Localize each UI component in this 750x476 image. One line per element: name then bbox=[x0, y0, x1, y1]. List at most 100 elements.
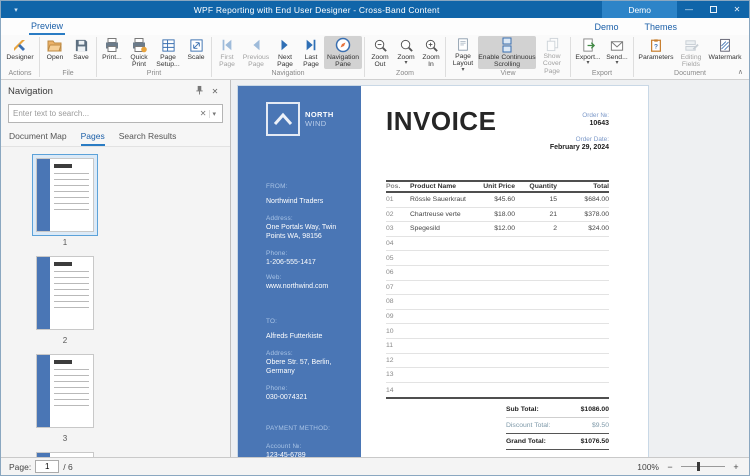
previous-page-button: Previous Page bbox=[240, 36, 272, 69]
zoom-button[interactable]: Zoom ▾ bbox=[393, 36, 419, 69]
designer-button[interactable]: Designer bbox=[3, 36, 37, 69]
search-input[interactable] bbox=[13, 109, 197, 118]
page-thumbnail[interactable]: 3 bbox=[32, 350, 98, 443]
pin-icon[interactable] bbox=[191, 85, 207, 97]
search-box[interactable]: ✕ ▾ bbox=[8, 104, 223, 123]
send-envelope-icon bbox=[609, 37, 625, 53]
enable-continuous-scrolling-button[interactable]: Enable Continuous Scrolling bbox=[478, 36, 536, 69]
status-bar: Page: / 6 100% − + bbox=[1, 457, 749, 475]
page-thumbnail[interactable]: 4 bbox=[32, 448, 98, 457]
export-button[interactable]: Export... ▾ bbox=[573, 36, 603, 69]
page-thumbnail-frame bbox=[32, 448, 98, 457]
to-label: TO: bbox=[266, 318, 278, 325]
tab-search-results[interactable]: Search Results bbox=[119, 131, 177, 146]
minimize-button[interactable]: — bbox=[677, 1, 701, 18]
themes-link[interactable]: Themes bbox=[644, 22, 677, 35]
page-setup-button[interactable]: Page Setup... bbox=[153, 36, 183, 69]
account-number: 123-45-6789 bbox=[266, 452, 306, 457]
tab-preview[interactable]: Preview bbox=[29, 21, 66, 35]
clear-search-icon[interactable]: ✕ bbox=[197, 109, 210, 118]
editing-fields-button: Editing Fields bbox=[676, 36, 706, 69]
page-thumbnail-frame bbox=[32, 252, 98, 334]
watermark-icon bbox=[718, 37, 732, 53]
document-preview-area[interactable]: NORTH WIND FROM: Northwind Traders Addre… bbox=[231, 80, 749, 457]
watermark-button[interactable]: Watermark bbox=[706, 36, 744, 69]
maximize-button[interactable] bbox=[701, 1, 725, 18]
page-thumbnail[interactable]: 2 bbox=[32, 252, 98, 345]
invoice-totals: Sub Total: $1086.00 Discount Total: $9.5… bbox=[506, 402, 609, 451]
order-info: Order №: 10643 Order Date: February 29, … bbox=[550, 106, 609, 180]
previous-page-icon bbox=[249, 37, 263, 53]
thumbnail-body bbox=[50, 159, 93, 231]
ribbon: Designer Actions Open Save File Print...… bbox=[1, 35, 749, 80]
tab-pages[interactable]: Pages bbox=[80, 131, 105, 146]
continuous-scrolling-icon bbox=[499, 37, 515, 53]
dropdown-arrow-icon: ▾ bbox=[586, 60, 590, 67]
parameters-button[interactable]: ? Parameters bbox=[636, 36, 676, 69]
svg-text:?: ? bbox=[654, 43, 658, 50]
page-thumbnail[interactable]: 1 bbox=[32, 154, 98, 247]
ribbon-separator bbox=[445, 37, 446, 77]
sub-total-label: Sub Total: bbox=[506, 406, 539, 414]
demo-badge[interactable]: Demo bbox=[602, 1, 677, 18]
dropdown-arrow-icon: ▾ bbox=[615, 60, 619, 67]
thumbnail-list[interactable]: 1 2 3 bbox=[1, 146, 230, 457]
zoom-out-slider-button[interactable]: − bbox=[665, 462, 675, 472]
invoice-table-row: 10 bbox=[386, 324, 609, 339]
ribbon-group-view: Page Layout ▾ Enable Continuous Scrollin… bbox=[448, 36, 568, 79]
quick-print-button[interactable]: Quick Print bbox=[125, 36, 153, 69]
page-thumbnail-frame bbox=[32, 350, 98, 432]
invoice-table-row: 01 Rössle Sauerkraut $45.60 15 $684.00 bbox=[386, 193, 609, 208]
page-number-input[interactable] bbox=[35, 460, 60, 473]
show-cover-page-icon bbox=[545, 37, 560, 52]
demo-link[interactable]: Demo bbox=[594, 22, 618, 35]
navigation-pane-compass-icon bbox=[335, 37, 351, 53]
navigation-pane-button[interactable]: Navigation Pane bbox=[324, 36, 362, 69]
show-cover-page-button: Show Cover Page bbox=[536, 36, 568, 75]
open-button[interactable]: Open bbox=[42, 36, 68, 69]
invoice-table-row: 08 bbox=[386, 295, 609, 310]
zoom-slider-thumb[interactable] bbox=[697, 462, 700, 471]
save-floppy-icon bbox=[74, 37, 89, 53]
invoice-table-header: Pos. Product Name Unit Price Quantity To… bbox=[386, 180, 609, 193]
next-page-button[interactable]: Next Page bbox=[272, 36, 298, 69]
tab-document-map[interactable]: Document Map bbox=[9, 131, 67, 146]
page-thumbnail-preview bbox=[36, 158, 94, 232]
collapse-ribbon-icon[interactable]: ∧ bbox=[738, 68, 743, 76]
last-page-button[interactable]: Last Page bbox=[298, 36, 324, 69]
parameters-clipboard-icon: ? bbox=[649, 37, 663, 53]
page-total: / 6 bbox=[63, 461, 73, 472]
invoice-table-row: 13 bbox=[386, 368, 609, 383]
account-label: Account №: bbox=[266, 443, 302, 450]
page-thumbnail-preview bbox=[36, 256, 94, 330]
scale-button[interactable]: Scale bbox=[183, 36, 209, 69]
group-label-navigation: Navigation bbox=[271, 70, 305, 77]
zoom-in-button[interactable]: Zoom In bbox=[419, 36, 443, 69]
zoom-out-button[interactable]: Zoom Out bbox=[367, 36, 393, 69]
close-panel-icon[interactable]: ✕ bbox=[207, 87, 223, 96]
ribbon-group-navigation: First Page Previous Page Next Page Last … bbox=[214, 36, 362, 79]
ribbon-separator bbox=[364, 37, 365, 77]
zoom-in-icon bbox=[424, 37, 439, 53]
save-button[interactable]: Save bbox=[68, 36, 94, 69]
order-no-label: Order №: bbox=[582, 112, 609, 119]
zoom-slider[interactable] bbox=[681, 462, 725, 471]
invoice-table-row: 06 bbox=[386, 266, 609, 281]
print-button[interactable]: Print... bbox=[99, 36, 125, 69]
group-label-print: Print bbox=[146, 70, 162, 77]
send-button[interactable]: Send... ▾ bbox=[603, 36, 631, 69]
quick-access-dropdown-icon[interactable]: ▾ bbox=[1, 6, 31, 14]
page-layout-button[interactable]: Page Layout ▾ bbox=[448, 36, 478, 73]
page-thumbnail-number: 1 bbox=[62, 238, 68, 247]
from-address-label: Address: bbox=[266, 215, 293, 222]
grand-total-value: $1076.50 bbox=[580, 438, 609, 446]
close-button[interactable]: ✕ bbox=[725, 1, 749, 18]
designer-icon bbox=[12, 37, 28, 53]
logo-chevron-icon bbox=[266, 102, 300, 136]
navigation-panel: Navigation ✕ ✕ ▾ Document Map Pages Sear… bbox=[1, 80, 231, 457]
search-options-dropdown-icon[interactable]: ▾ bbox=[209, 109, 218, 118]
grand-total-label: Grand Total: bbox=[506, 438, 546, 446]
ribbon-group-file: Open Save File bbox=[42, 36, 94, 79]
zoom-in-slider-button[interactable]: + bbox=[731, 462, 741, 472]
thumbnail-blue-band bbox=[37, 355, 50, 427]
